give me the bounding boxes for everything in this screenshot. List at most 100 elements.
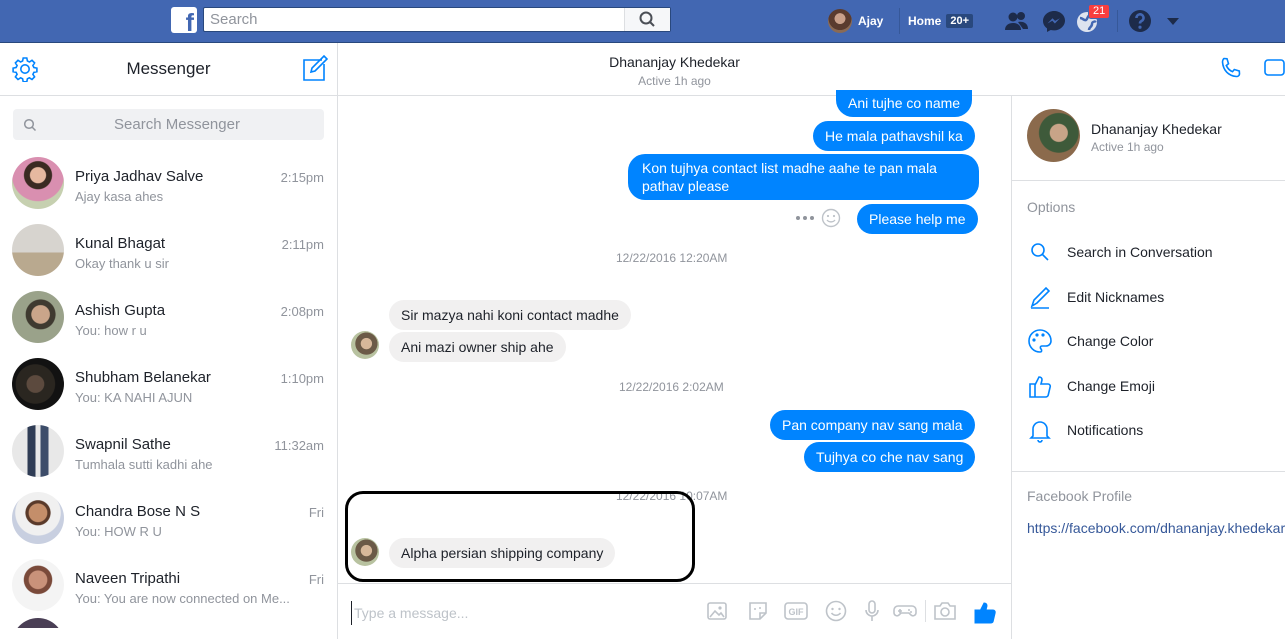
incoming-message[interactable]: Ani mazi owner ship ahe (389, 332, 566, 362)
search-icon (23, 118, 37, 132)
change-color-option[interactable]: Change Color (1027, 326, 1153, 356)
option-label: Edit Nicknames (1067, 289, 1165, 305)
active-status: Active 1h ago (1091, 140, 1164, 154)
conversation-name: Shubham Belanekar (75, 369, 211, 386)
compose-new-message-icon[interactable] (300, 55, 328, 83)
home-link[interactable]: Home 20+ (899, 8, 974, 34)
contact-name[interactable]: Dhananjay Khedekar (338, 54, 1011, 70)
conversation-snippet: Tumhala sutti kadhi ahe (75, 457, 213, 472)
friend-requests-icon[interactable] (1004, 9, 1030, 33)
thumbs-up-icon[interactable] (972, 599, 998, 625)
outgoing-message[interactable]: Pan company nav sang mala (770, 410, 975, 440)
home-badge: 20+ (946, 14, 974, 28)
messenger-search (13, 109, 324, 140)
conversation-list-panel: Messenger Priya Jadhav Salve Ajay kasa a… (0, 43, 338, 639)
outgoing-message[interactable]: Tujhya co che nav sang (804, 442, 976, 472)
conversation-time: 1:10pm (280, 371, 324, 386)
svg-text:GIF: GIF (789, 607, 805, 617)
message-composer: GIF (338, 583, 1011, 639)
conversation-item[interactable]: Chandra Bose N S You: HOW R U Fri (0, 484, 337, 551)
messenger-icon[interactable] (1041, 9, 1067, 33)
conversation-snippet: You: You are now connected on Me... (75, 591, 290, 606)
thumbs-up-icon (1029, 376, 1052, 398)
conversation-item[interactable]: Ashish Gupta You: how r u 2:08pm (0, 283, 337, 350)
sticker-icon[interactable] (746, 599, 770, 623)
home-label: Home (908, 14, 942, 28)
phone-call-icon[interactable] (1219, 56, 1243, 80)
conversation-time: 2:15pm (280, 170, 324, 185)
conversation-item[interactable]: Swapnil Sathe Tumhala sutti kadhi ahe 11… (0, 417, 337, 484)
conversation-item[interactable]: Kunal Bhagat Okay thank u sir 2:11pm (0, 216, 337, 283)
divider (1117, 10, 1118, 32)
avatar (12, 559, 64, 611)
conversation-item[interactable] (0, 618, 337, 628)
page-title: Messenger (126, 59, 211, 78)
change-emoji-option[interactable]: Change Emoji (1027, 371, 1155, 401)
avatar[interactable] (1027, 109, 1080, 162)
option-label: Notifications (1067, 422, 1144, 438)
message-line: pathav please (642, 178, 730, 194)
timestamp: 12/22/2016 2:02AM (619, 380, 724, 394)
profile-link[interactable]: Ajay (828, 8, 883, 34)
divider (925, 600, 926, 622)
conversation-snippet: Okay thank u sir (75, 256, 169, 271)
divider (1012, 471, 1285, 472)
timestamp: 12/22/2016 12:20AM (616, 251, 728, 265)
conversation-time: Fri (308, 505, 324, 520)
camera-icon[interactable] (933, 599, 957, 623)
notifications-option[interactable]: Notifications (1027, 415, 1143, 445)
option-label: Search in Conversation (1067, 244, 1213, 260)
search-messenger-input[interactable] (37, 109, 317, 140)
game-controller-icon[interactable] (893, 599, 917, 623)
avatar (12, 358, 64, 410)
highlight-annotation (345, 491, 695, 582)
avatar (12, 224, 64, 276)
microphone-icon[interactable] (860, 599, 884, 623)
global-search (203, 7, 671, 32)
conversation-item[interactable]: Shubham Belanekar You: KA NAHI AJUN 1:10… (0, 350, 337, 417)
avatar (828, 9, 852, 33)
profile-name: Ajay (858, 14, 884, 28)
divider (1012, 180, 1285, 181)
messenger-header: Messenger (0, 43, 337, 96)
outgoing-message[interactable]: Ani tujhe co name (836, 90, 973, 117)
conversation-snippet: You: KA NAHI AJUN (75, 390, 193, 405)
facebook-logo-icon[interactable]: f (171, 7, 197, 33)
conversation-item[interactable]: Naveen Tripathi You: You are now connect… (0, 551, 337, 618)
option-label: Change Emoji (1067, 378, 1155, 394)
avatar (12, 291, 64, 343)
image-icon[interactable] (705, 599, 729, 623)
contact-name[interactable]: Dhananjay Khedekar (1091, 121, 1222, 137)
avatar (12, 425, 64, 477)
facebook-profile-heading: Facebook Profile (1027, 488, 1133, 504)
conversation-name: Chandra Bose N S (75, 503, 201, 520)
conversation-time: Fri (308, 572, 324, 587)
help-icon[interactable] (1128, 9, 1154, 33)
outgoing-message[interactable]: Kon tujhya contact list madhe aahe te pa… (628, 154, 979, 200)
gif-icon[interactable]: GIF (784, 599, 808, 623)
palette-icon (1028, 329, 1052, 353)
conversation-time: 11:32am (274, 438, 324, 453)
outgoing-message[interactable]: Please help me (857, 204, 978, 234)
avatar (12, 157, 64, 209)
global-search-input[interactable] (204, 8, 624, 31)
react-emoji-icon[interactable] (821, 208, 841, 228)
video-call-icon[interactable] (1264, 58, 1285, 78)
message-input[interactable] (351, 601, 681, 625)
conversation-name: Swapnil Sathe (75, 436, 171, 453)
options-heading: Options (1027, 199, 1076, 215)
conversation-info-panel: Dhananjay Khedekar Active 1h ago Options… (1011, 96, 1285, 639)
conversation-snippet: You: HOW R U (75, 524, 162, 539)
edit-nicknames-option[interactable]: Edit Nicknames (1027, 282, 1164, 312)
account-menu-arrow-icon[interactable] (1161, 9, 1187, 33)
outgoing-message[interactable]: He mala pathavshil ka (813, 121, 975, 151)
conversation-item[interactable]: Priya Jadhav Salve Ajay kasa ahes 2:15pm (0, 149, 337, 216)
facebook-profile-link[interactable]: https://facebook.com/dhananjay.khedekar (1027, 520, 1285, 536)
search-button[interactable] (624, 8, 670, 31)
conversation-time: 2:11pm (281, 237, 324, 252)
emoji-icon[interactable] (824, 599, 848, 623)
more-options-icon[interactable] (795, 211, 815, 225)
search-icon (639, 11, 655, 27)
incoming-message[interactable]: Sir mazya nahi koni contact madhe (389, 300, 631, 330)
search-in-conversation-option[interactable]: Search in Conversation (1027, 237, 1213, 267)
